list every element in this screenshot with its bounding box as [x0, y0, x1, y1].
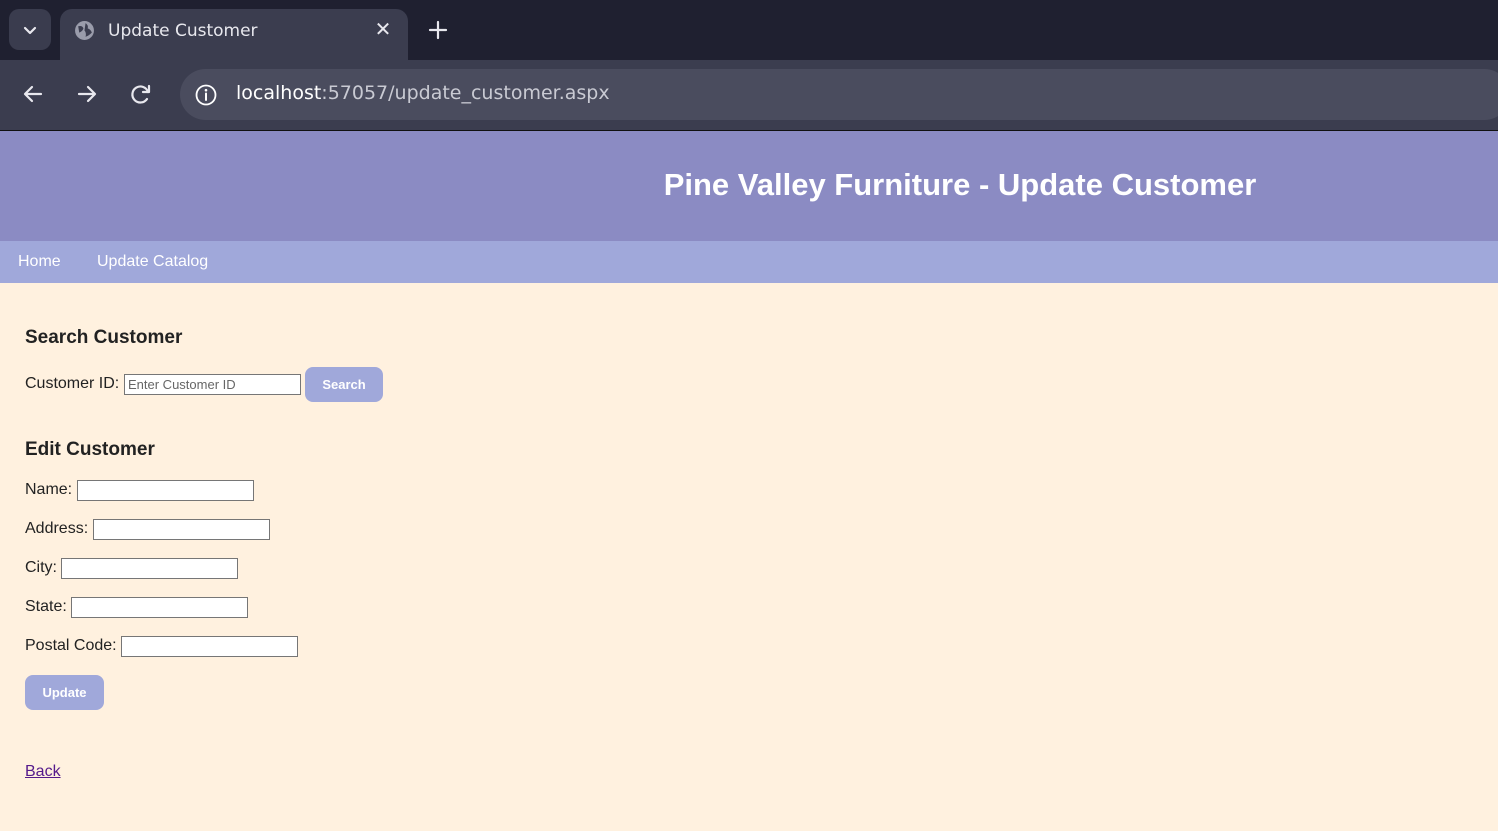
name-input[interactable]: [77, 480, 254, 501]
postal-code-label: Postal Code:: [25, 637, 117, 654]
site-header: Pine Valley Furniture - Update Customer: [0, 131, 1498, 241]
url-text: localhost:57057/update_customer.aspx: [236, 82, 610, 104]
back-arrow-icon[interactable]: [19, 80, 47, 108]
page-content: Pine Valley Furniture - Update Customer …: [0, 131, 1498, 831]
back-link[interactable]: Back: [25, 763, 61, 781]
address-input[interactable]: [93, 519, 270, 540]
customer-id-label: Customer ID:: [25, 375, 120, 392]
browser-tab-active[interactable]: Update Customer ✕: [60, 9, 408, 60]
site-nav: Home Update Catalog: [0, 241, 1498, 283]
state-input[interactable]: [71, 597, 248, 618]
page-title: Pine Valley Furniture - Update Customer: [663, 167, 1257, 202]
address-bar[interactable]: localhost:57057/update_customer.aspx: [180, 69, 1498, 120]
close-tab-icon[interactable]: ✕: [373, 20, 393, 40]
chevron-down-icon: [23, 26, 37, 34]
search-customer-heading: Search Customer: [25, 327, 183, 348]
city-label: City:: [25, 559, 57, 576]
edit-customer-heading: Edit Customer: [25, 439, 155, 460]
nav-link-home[interactable]: Home: [18, 253, 61, 271]
browser-toolbar: localhost:57057/update_customer.aspx: [0, 60, 1498, 130]
city-input[interactable]: [61, 558, 238, 579]
search-button[interactable]: Search: [305, 367, 383, 402]
browser-tab-bar: Update Customer ✕: [0, 0, 1498, 60]
postal-code-input[interactable]: [121, 636, 298, 657]
state-label: State:: [25, 598, 67, 615]
tab-search-button[interactable]: [9, 9, 51, 50]
tab-title: Update Customer: [108, 21, 258, 41]
globe-icon: [75, 21, 94, 40]
url-path: :57057/update_customer.aspx: [321, 82, 610, 104]
forward-arrow-icon[interactable]: [73, 80, 101, 108]
reload-icon[interactable]: [127, 80, 155, 108]
nav-link-update-catalog[interactable]: Update Catalog: [97, 253, 208, 271]
site-info-icon[interactable]: [194, 83, 218, 107]
new-tab-icon[interactable]: [424, 16, 452, 44]
name-label: Name:: [25, 481, 73, 498]
address-label: Address:: [25, 520, 89, 537]
customer-id-input[interactable]: [124, 374, 301, 395]
update-button[interactable]: Update: [25, 675, 104, 710]
url-host: localhost: [236, 82, 322, 104]
